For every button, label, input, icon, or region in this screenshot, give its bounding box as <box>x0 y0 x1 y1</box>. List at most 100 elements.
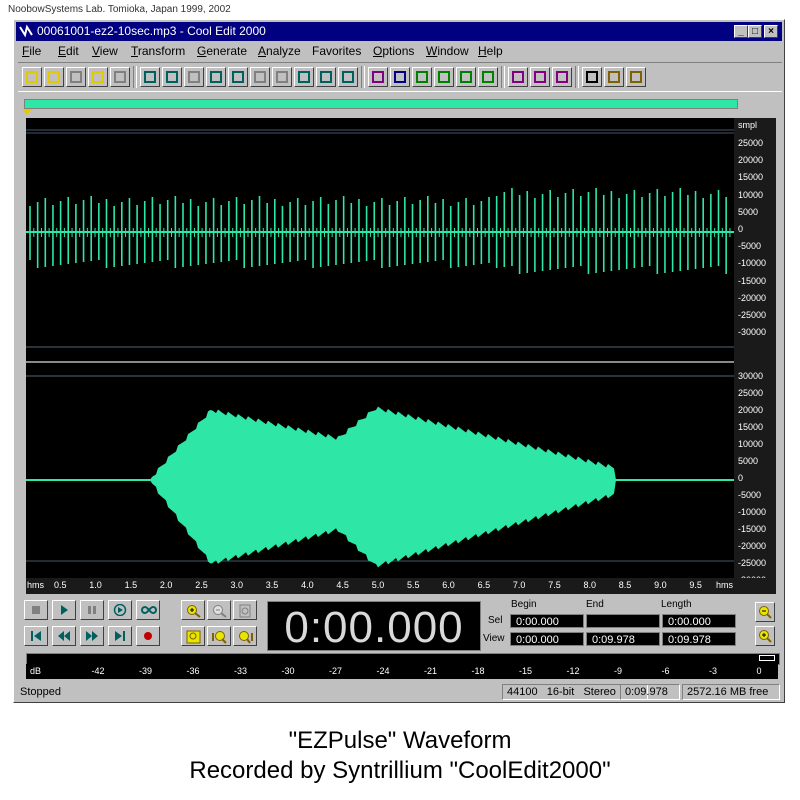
end-header: End <box>586 599 604 610</box>
toolbar-button-favorite[interactable] <box>582 67 602 87</box>
go-to-end-button[interactable] <box>108 626 132 646</box>
begin-header: Begin <box>511 599 537 610</box>
menu-generate[interactable]: Generate <box>197 44 247 58</box>
toolbar-button-paste[interactable] <box>228 67 248 87</box>
toolbar-button-redo[interactable] <box>162 67 182 87</box>
cut-icon <box>188 71 200 83</box>
zoom-full-button[interactable] <box>233 600 257 620</box>
play-button[interactable] <box>52 600 76 620</box>
toolbar-button-stereo[interactable] <box>368 67 388 87</box>
toolbar-button-silence[interactable] <box>316 67 336 87</box>
zoom-in-button[interactable] <box>181 600 205 620</box>
loop-button[interactable] <box>136 600 160 620</box>
new-icon <box>26 71 38 83</box>
toolbar-button-pitch[interactable] <box>508 67 528 87</box>
zoom-right-button[interactable] <box>233 626 257 646</box>
zoom-out-button[interactable] <box>207 600 231 620</box>
view-length-field[interactable]: 0:09.978 <box>662 632 736 646</box>
loop-icon <box>141 605 157 615</box>
toolbar-button-help[interactable] <box>626 67 646 87</box>
echo-icon <box>460 71 472 83</box>
zoom-to-selection-button[interactable] <box>181 626 205 646</box>
db-tick-label: -39 <box>139 666 153 676</box>
toolbar-button-echo[interactable] <box>456 67 476 87</box>
record-icon <box>144 632 152 640</box>
toolbar-button-cd[interactable] <box>552 67 572 87</box>
toolbar-separator <box>133 66 137 88</box>
stop-button[interactable] <box>24 600 48 620</box>
view-begin-field[interactable]: 0:00.000 <box>510 632 584 646</box>
toolbar-button-filter[interactable] <box>412 67 432 87</box>
undo-icon <box>144 71 156 83</box>
bottom-ruler-tick-label: 15000 <box>738 422 764 432</box>
cursor-marker-icon[interactable] <box>22 109 32 115</box>
play-to-end-button[interactable] <box>108 600 132 620</box>
sel-length-field[interactable]: 0:00.000 <box>662 614 736 628</box>
zoom-full-icon <box>239 604 251 618</box>
amplitude-ruler: smpl 25000 20000 15000 10000 5000 0 -5000 -10000… <box>734 118 776 585</box>
minimize-button[interactable]: _ <box>734 25 748 38</box>
toolbar-button-noise[interactable] <box>478 67 498 87</box>
view-end-field[interactable]: 0:09.978 <box>586 632 660 646</box>
go-to-start-button[interactable] <box>24 626 48 646</box>
amplify-icon <box>438 71 450 83</box>
toolbar-button-save[interactable] <box>66 67 86 87</box>
maximize-button[interactable]: □ <box>748 25 762 38</box>
toolbar-separator <box>361 66 365 88</box>
notes-icon <box>608 71 620 83</box>
toolbar-button-amplify[interactable] <box>434 67 454 87</box>
toolbar-button-analysis[interactable] <box>530 67 550 87</box>
time-ruler-tick-label: 9.5 <box>689 580 702 590</box>
toolbar-button-cut[interactable] <box>184 67 204 87</box>
redo-icon <box>166 71 178 83</box>
toolbar-button-new[interactable] <box>22 67 42 87</box>
overview-bar[interactable] <box>24 99 738 109</box>
sel-end-field[interactable] <box>586 614 660 628</box>
transport-controls <box>20 598 170 650</box>
toolbar-button-trim[interactable] <box>294 67 314 87</box>
menu-file[interactable]: File <box>22 44 41 58</box>
zoom-in-vertical-button[interactable] <box>755 602 775 622</box>
db-tick-label: -6 <box>661 666 670 676</box>
menu-transform[interactable]: Transform <box>131 44 185 58</box>
fast-forward-button[interactable] <box>80 626 104 646</box>
toolbar-button-undo[interactable] <box>140 67 160 87</box>
toolbar-button-copy[interactable] <box>206 67 226 87</box>
title-bar[interactable]: 00061001-ez2-10sec.mp3 - Cool Edit 2000 … <box>16 22 782 41</box>
toolbar-button-save-all[interactable] <box>110 67 130 87</box>
pause-button[interactable] <box>80 600 104 620</box>
mix-paste-icon <box>254 71 266 83</box>
menu-help[interactable]: Help <box>478 44 503 58</box>
top-ruler-tick-label: -10000 <box>738 258 767 269</box>
db-tick-label: -12 <box>566 666 580 676</box>
record-button[interactable] <box>136 626 160 646</box>
toolbar-button-mute[interactable] <box>338 67 358 87</box>
menu-options[interactable]: Options <box>373 44 414 58</box>
waveform-display[interactable] <box>26 118 734 578</box>
toolbar-button-envelope[interactable] <box>390 67 410 87</box>
zoom-left-button[interactable] <box>207 626 231 646</box>
toolbar-button-open[interactable] <box>44 67 64 87</box>
toolbar-button-save-as[interactable] <box>88 67 108 87</box>
toolbar-button-notes[interactable] <box>604 67 624 87</box>
menu-favorites[interactable]: Favorites <box>312 44 361 58</box>
rewind-button[interactable] <box>52 626 76 646</box>
zoom-in-icon <box>187 605 201 618</box>
db-tick-label: -27 <box>329 666 343 676</box>
zoom-out-vertical-button[interactable] <box>755 626 775 646</box>
toolbar-button-mix-paste[interactable] <box>250 67 270 87</box>
toolbar-button-crop[interactable] <box>272 67 292 87</box>
sel-begin-field[interactable]: 0:00.000 <box>510 614 584 628</box>
bottom-ruler-tick-label: 25000 <box>738 388 764 398</box>
menu-view[interactable]: View <box>92 44 118 58</box>
open-icon <box>48 71 60 83</box>
zoom-in-vertical-icon <box>759 606 772 619</box>
close-button[interactable]: × <box>764 25 778 38</box>
save-as-icon <box>92 71 104 83</box>
status-state: Stopped <box>20 686 61 698</box>
menu-edit[interactable]: Edit <box>58 44 79 58</box>
menu-analyze[interactable]: Analyze <box>258 44 301 58</box>
zoom-out-vertical-icon <box>759 630 772 643</box>
top-ruler-tick-label: 15000 <box>738 172 764 183</box>
menu-window[interactable]: Window <box>426 44 469 58</box>
